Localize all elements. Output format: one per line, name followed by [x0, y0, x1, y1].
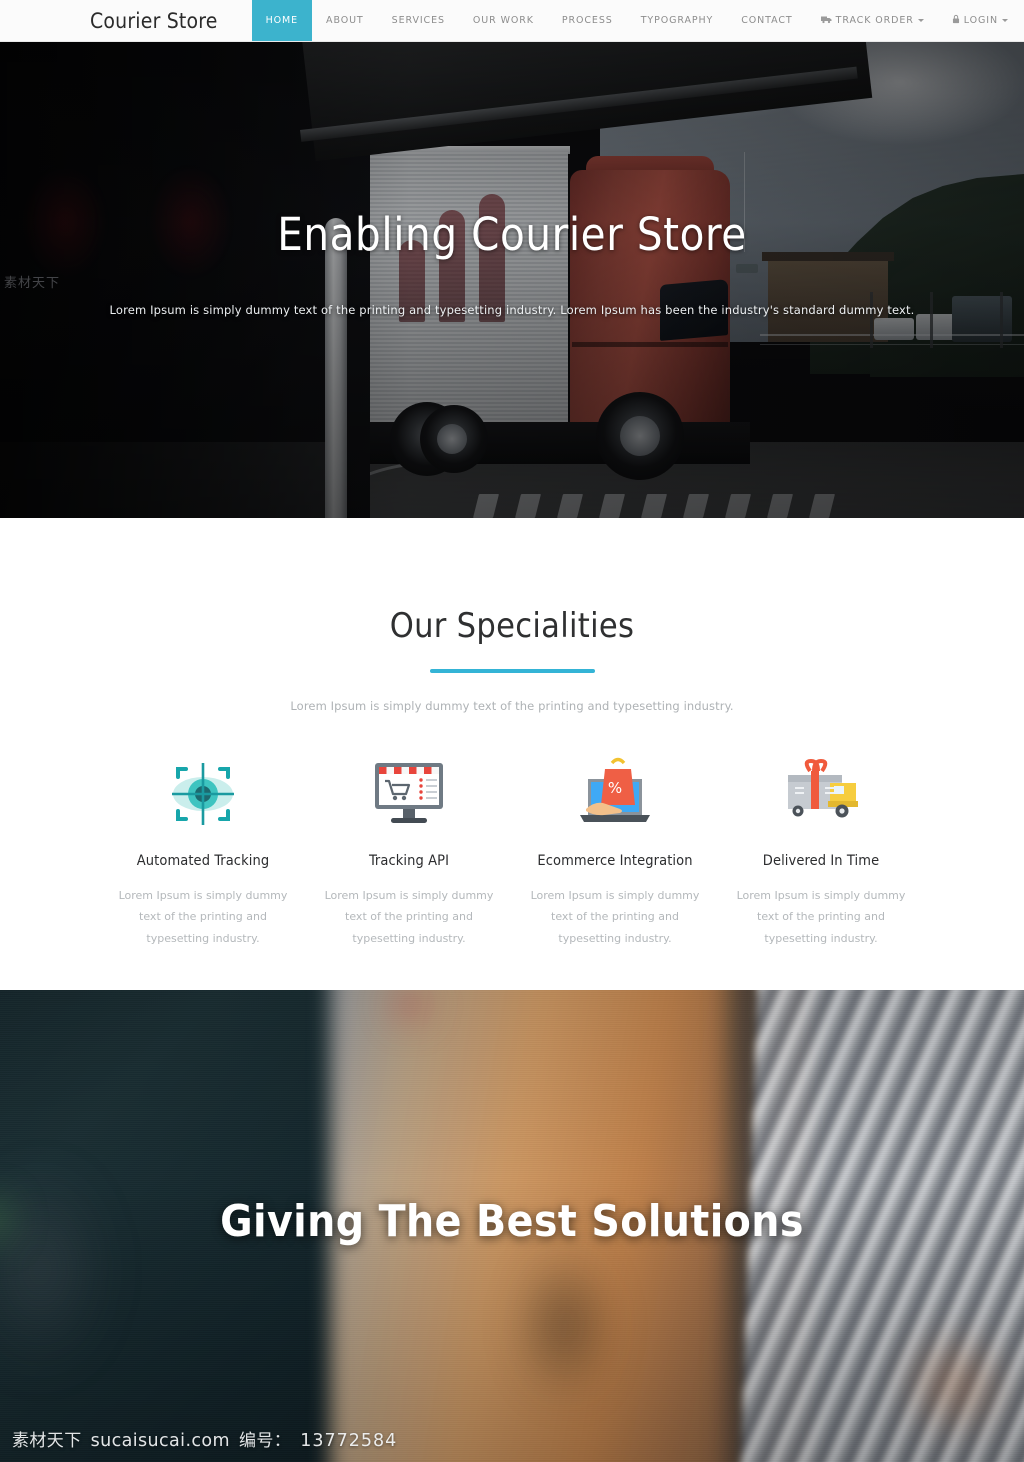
- site-logo[interactable]: Courier Store: [90, 0, 252, 41]
- feature-title: Ecommerce Integration: [537, 853, 693, 869]
- nav-item-contact[interactable]: CONTACT: [727, 0, 806, 41]
- svg-text:%: %: [608, 779, 622, 797]
- solutions-section: Giving The Best Solutions: [0, 990, 1024, 1462]
- solutions-content: Giving The Best Solutions: [0, 990, 1024, 1462]
- lock-icon: [952, 14, 960, 27]
- nav-item-login[interactable]: LOGIN: [938, 0, 1022, 41]
- nav-item-home[interactable]: HOME: [251, 0, 313, 41]
- feature-card-automated-tracking[interactable]: Automated Tracking Lorem Ipsum is simply…: [100, 753, 306, 949]
- monitor-cart-icon: [316, 753, 502, 835]
- truck-icon: [820, 15, 832, 27]
- nav-label-home: HOME: [265, 15, 299, 26]
- hero-section: Enabling Courier Store Lorem Ipsum is si…: [0, 42, 1024, 518]
- watermark-site-url: sucaisucai.com: [90, 1431, 230, 1451]
- watermark-left: 素材天下: [4, 276, 61, 291]
- nav-label-our-work: OUR WORK: [472, 15, 534, 26]
- feature-title: Automated Tracking: [136, 853, 270, 869]
- nav-item-services[interactable]: SERVICES: [378, 0, 459, 41]
- chevron-down-icon: [1001, 19, 1008, 22]
- eye-target-icon: [110, 753, 296, 835]
- nav-label-track-order: TRACK ORDER: [835, 15, 914, 26]
- nav-label-services: SERVICES: [391, 15, 445, 26]
- watermark-id-label: 编号：: [238, 1431, 292, 1451]
- nav-item-process[interactable]: PROCESS: [548, 0, 627, 41]
- feature-title: Delivered In Time: [762, 853, 880, 869]
- specialities-subtitle: Lorem Ipsum is simply dummy text of the …: [290, 699, 734, 713]
- watermark-id-value: 13772584: [300, 1431, 398, 1451]
- feature-title: Tracking API: [368, 853, 450, 869]
- features-grid: Automated Tracking Lorem Ipsum is simply…: [0, 753, 1024, 949]
- laptop-shopping-bag-icon: %: [522, 753, 708, 835]
- hero-title: Enabling Courier Store: [277, 207, 747, 261]
- nav-label-about: ABOUT: [326, 15, 364, 26]
- chevron-down-icon: [917, 19, 924, 22]
- feature-description: Lorem Ipsum is simply dummy text of the …: [736, 889, 906, 945]
- feature-card-delivered-in-time[interactable]: Delivered In Time Lorem Ipsum is simply …: [718, 753, 924, 949]
- watermark-bottom: 素材天下 sucaisucai.com 编号： 13772584: [12, 1426, 397, 1451]
- hero-content: Enabling Courier Store Lorem Ipsum is si…: [0, 42, 1024, 518]
- section-title-underline: [429, 669, 595, 673]
- nav-label-login: LOGIN: [963, 15, 998, 26]
- hero-subtitle: Lorem Ipsum is simply dummy text of the …: [109, 302, 915, 317]
- nav-label-process: PROCESS: [561, 15, 613, 26]
- watermark-site-cn: 素材天下: [12, 1431, 82, 1451]
- specialities-section: Our Specialities Lorem Ipsum is simply d…: [0, 518, 1024, 990]
- feature-card-ecommerce-integration[interactable]: % Ecommerce Integration Lorem Ipsum is s…: [512, 753, 718, 949]
- nav-item-about[interactable]: ABOUT: [312, 0, 378, 41]
- feature-description: Lorem Ipsum is simply dummy text of the …: [530, 889, 700, 945]
- nav-label-typography: TYPOGRAPHY: [640, 15, 714, 26]
- specialities-title: Our Specialities: [389, 606, 635, 646]
- solutions-title: Giving The Best Solutions: [220, 1195, 804, 1247]
- nav-item-our-work[interactable]: OUR WORK: [459, 0, 548, 41]
- feature-description: Lorem Ipsum is simply dummy text of the …: [118, 889, 288, 945]
- nav-item-track-order[interactable]: TRACK ORDER: [807, 0, 938, 41]
- page-root: Courier Store HOME ABOUT SERVICES OUR WO…: [0, 0, 1024, 1462]
- main-navbar: Courier Store HOME ABOUT SERVICES OUR WO…: [0, 0, 1024, 42]
- feature-description: Lorem Ipsum is simply dummy text of the …: [324, 889, 494, 945]
- gift-truck-icon: [728, 753, 914, 835]
- feature-card-tracking-api[interactable]: Tracking API Lorem Ipsum is simply dummy…: [306, 753, 512, 949]
- nav-item-typography[interactable]: TYPOGRAPHY: [627, 0, 728, 41]
- nav-label-contact: CONTACT: [741, 15, 793, 26]
- primary-nav: HOME ABOUT SERVICES OUR WORK PROCESS TYP…: [251, 0, 1022, 41]
